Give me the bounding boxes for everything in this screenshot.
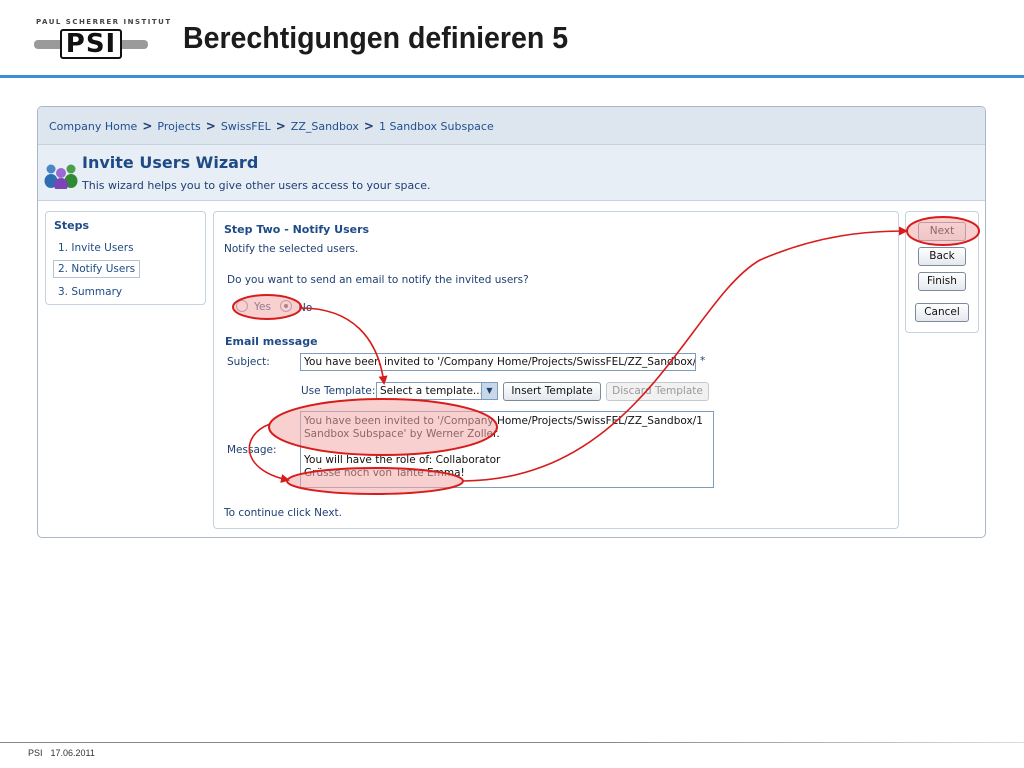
message-line: You have been invited to '/Company Home/… [304,415,703,427]
radio-yes-label: Yes [254,301,271,313]
breadcrumb-item-projects[interactable]: Projects [157,120,200,133]
footer-org: PSI [28,748,43,758]
finish-button[interactable]: Finish [918,272,966,291]
footer-date: 17.06.2011 [50,748,95,758]
required-marker: * [700,355,706,367]
step-notify-users[interactable]: 2. Notify Users [53,260,141,278]
breadcrumb: Company Home > Projects > SwissFEL > ZZ_Sandbo… [38,107,985,145]
message-line [304,441,710,454]
subject-label: Subject: [227,356,270,368]
email-message-heading: Email message [225,335,318,348]
step-subheading: Notify the selected users. [224,243,359,255]
message-line: Grüsse noch von Tante Emma! [304,467,465,479]
back-button[interactable]: Back [918,247,966,266]
notify-users-panel: Step Two - Notify Users Notify the selec… [213,211,899,529]
logo-mark: PSI [60,29,122,59]
cancel-button[interactable]: Cancel [915,303,969,322]
breadcrumb-item-zz-sandbox[interactable]: ZZ_Sandbox [291,120,359,133]
steps-title: Steps [54,219,90,232]
template-select[interactable]: Select a template... ▼ [376,382,498,400]
message-textarea[interactable]: You have been invited to '/Company Home/… [300,411,714,488]
breadcrumb-separator-icon: > [275,119,286,133]
step-heading: Step Two - Notify Users [224,223,370,236]
steps-panel: Steps 1. Invite Users 2. Notify Users 3.… [45,211,206,305]
step-summary[interactable]: 3. Summary [54,284,126,300]
psi-logo: PAUL SCHERRER INSTITUT PSI [34,18,170,62]
message-line: You will have the role of: Collaborator [304,454,501,466]
wizard-header: Invite Users Wizard This wizard helps yo… [38,145,985,201]
radio-yes[interactable] [236,300,248,312]
continue-hint: To continue click Next. [224,507,342,519]
step-invite-users[interactable]: 1. Invite Users [54,240,138,256]
notify-question: Do you want to send an email to notify t… [227,274,529,286]
discard-template-button[interactable]: Discard Template [606,382,709,401]
message-line: Sandbox Subspace' by Werner Zoller. [304,428,500,440]
breadcrumb-item-company-home[interactable]: Company Home [49,120,137,133]
message-label: Message: [227,444,277,456]
breadcrumb-separator-icon: > [205,119,216,133]
footer-divider [0,742,1024,743]
breadcrumb-separator-icon: > [363,119,374,133]
app-window: Company Home > Projects > SwissFEL > ZZ_Sandbo… [37,106,986,538]
header-divider [0,75,1024,78]
slide-title: Berechtigungen definieren 5 [183,20,569,55]
breadcrumb-item-sandbox-subspace[interactable]: 1 Sandbox Subspace [379,120,494,133]
slide-footer: PSI 17.06.2011 [28,748,103,758]
wizard-actions: Next Back Finish Cancel [905,211,979,333]
breadcrumb-separator-icon: > [142,119,153,133]
subject-input[interactable]: You have been invited to '/Company Home/… [300,353,696,371]
logo-caption: PAUL SCHERRER INSTITUT [36,18,172,26]
wizard-description: This wizard helps you to give other user… [82,179,431,192]
radio-no-label: No [298,302,313,314]
insert-template-button[interactable]: Insert Template [503,382,601,401]
template-select-value: Select a template... [380,385,483,397]
chevron-down-icon: ▼ [481,383,497,399]
use-template-label: Use Template: [301,385,376,397]
radio-no[interactable] [280,300,292,312]
wizard-title: Invite Users Wizard [82,153,259,172]
next-button[interactable]: Next [918,222,966,241]
users-group-icon [44,164,78,189]
breadcrumb-item-swissfel[interactable]: SwissFEL [221,120,271,133]
